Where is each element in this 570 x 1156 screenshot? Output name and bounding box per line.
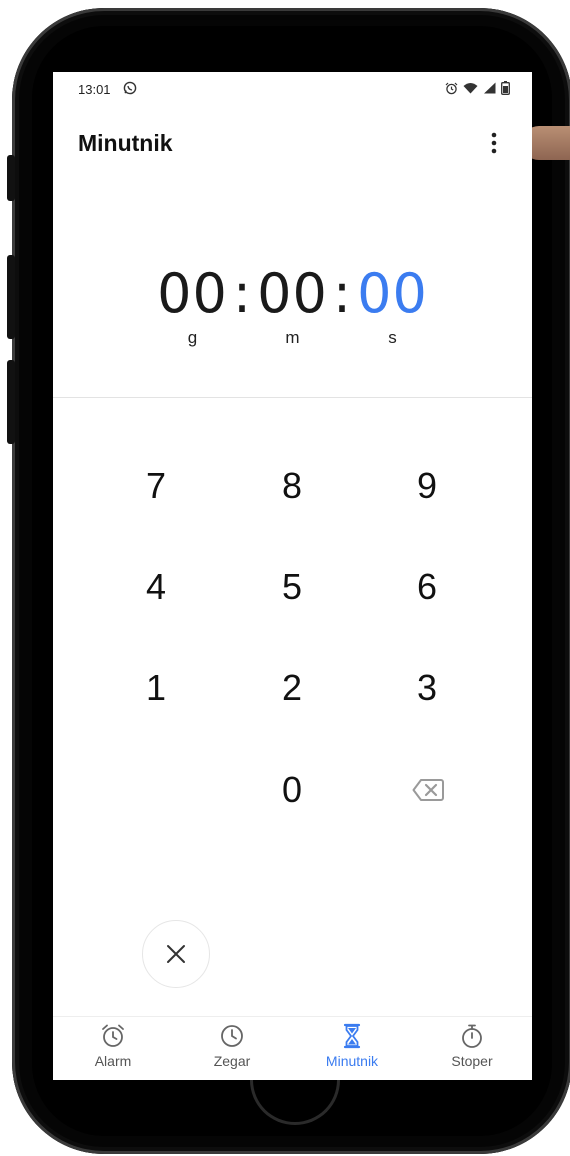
battery-icon <box>501 81 510 95</box>
key-2[interactable]: 2 <box>247 653 337 723</box>
nav-timer-label: Minutnik <box>325 1053 379 1069</box>
whatsapp-icon <box>123 81 137 95</box>
timer-separator: : <box>332 262 353 325</box>
nav-alarm-label: Alarm <box>94 1053 132 1069</box>
close-icon <box>167 945 185 963</box>
timer-minutes[interactable]: 00 <box>254 262 332 325</box>
nav-clock-label: Zegar <box>213 1053 251 1069</box>
mute-switch <box>7 155 15 201</box>
volume-up-button <box>7 255 15 339</box>
status-time: 13:01 <box>78 82 111 97</box>
timer-seconds[interactable]: 00 <box>354 262 432 325</box>
nav-stopwatch[interactable]: Stoper <box>422 1023 522 1069</box>
key-9[interactable]: 9 <box>382 451 472 521</box>
unit-hours-label: g <box>187 328 198 347</box>
hourglass-icon <box>343 1023 361 1049</box>
divider <box>53 397 532 398</box>
bottom-nav: Alarm Zegar Minutnik Stoper <box>53 1016 532 1080</box>
page-title: Minutnik <box>78 130 173 156</box>
key-3[interactable]: 3 <box>382 653 472 723</box>
volume-down-button <box>7 360 15 444</box>
status-bar: 13:01 <box>53 72 532 108</box>
key-5[interactable]: 5 <box>247 552 337 622</box>
more-vertical-icon[interactable] <box>484 130 504 158</box>
nav-timer[interactable]: Minutnik <box>302 1023 402 1069</box>
clock-icon <box>221 1025 243 1047</box>
screen: 13:01 Minutnik 00:00:00 g m s 7 8 9 4 5 … <box>53 72 532 1080</box>
alarm-clock-icon <box>102 1024 124 1047</box>
key-0[interactable]: 0 <box>247 755 337 825</box>
key-7[interactable]: 7 <box>111 451 201 521</box>
timer-units: gms <box>53 328 532 348</box>
unit-seconds-label: s <box>388 328 397 347</box>
timer-display: 00:00:00 <box>53 262 532 325</box>
signal-icon <box>484 82 496 94</box>
status-icons <box>445 81 510 95</box>
stopwatch-icon <box>462 1024 482 1048</box>
timer-hours[interactable]: 00 <box>154 262 232 325</box>
backspace-icon[interactable] <box>412 778 444 802</box>
wifi-icon <box>463 83 478 94</box>
cancel-button[interactable] <box>142 920 210 988</box>
unit-minutes-label: m <box>285 328 300 347</box>
alarm-icon <box>445 82 458 94</box>
key-6[interactable]: 6 <box>382 552 472 622</box>
nav-stopwatch-label: Stoper <box>451 1053 493 1069</box>
key-4[interactable]: 4 <box>111 552 201 622</box>
key-1[interactable]: 1 <box>111 653 201 723</box>
nav-alarm[interactable]: Alarm <box>63 1023 163 1069</box>
nav-clock[interactable]: Zegar <box>182 1023 282 1069</box>
timer-separator: : <box>232 262 253 325</box>
key-8[interactable]: 8 <box>247 451 337 521</box>
